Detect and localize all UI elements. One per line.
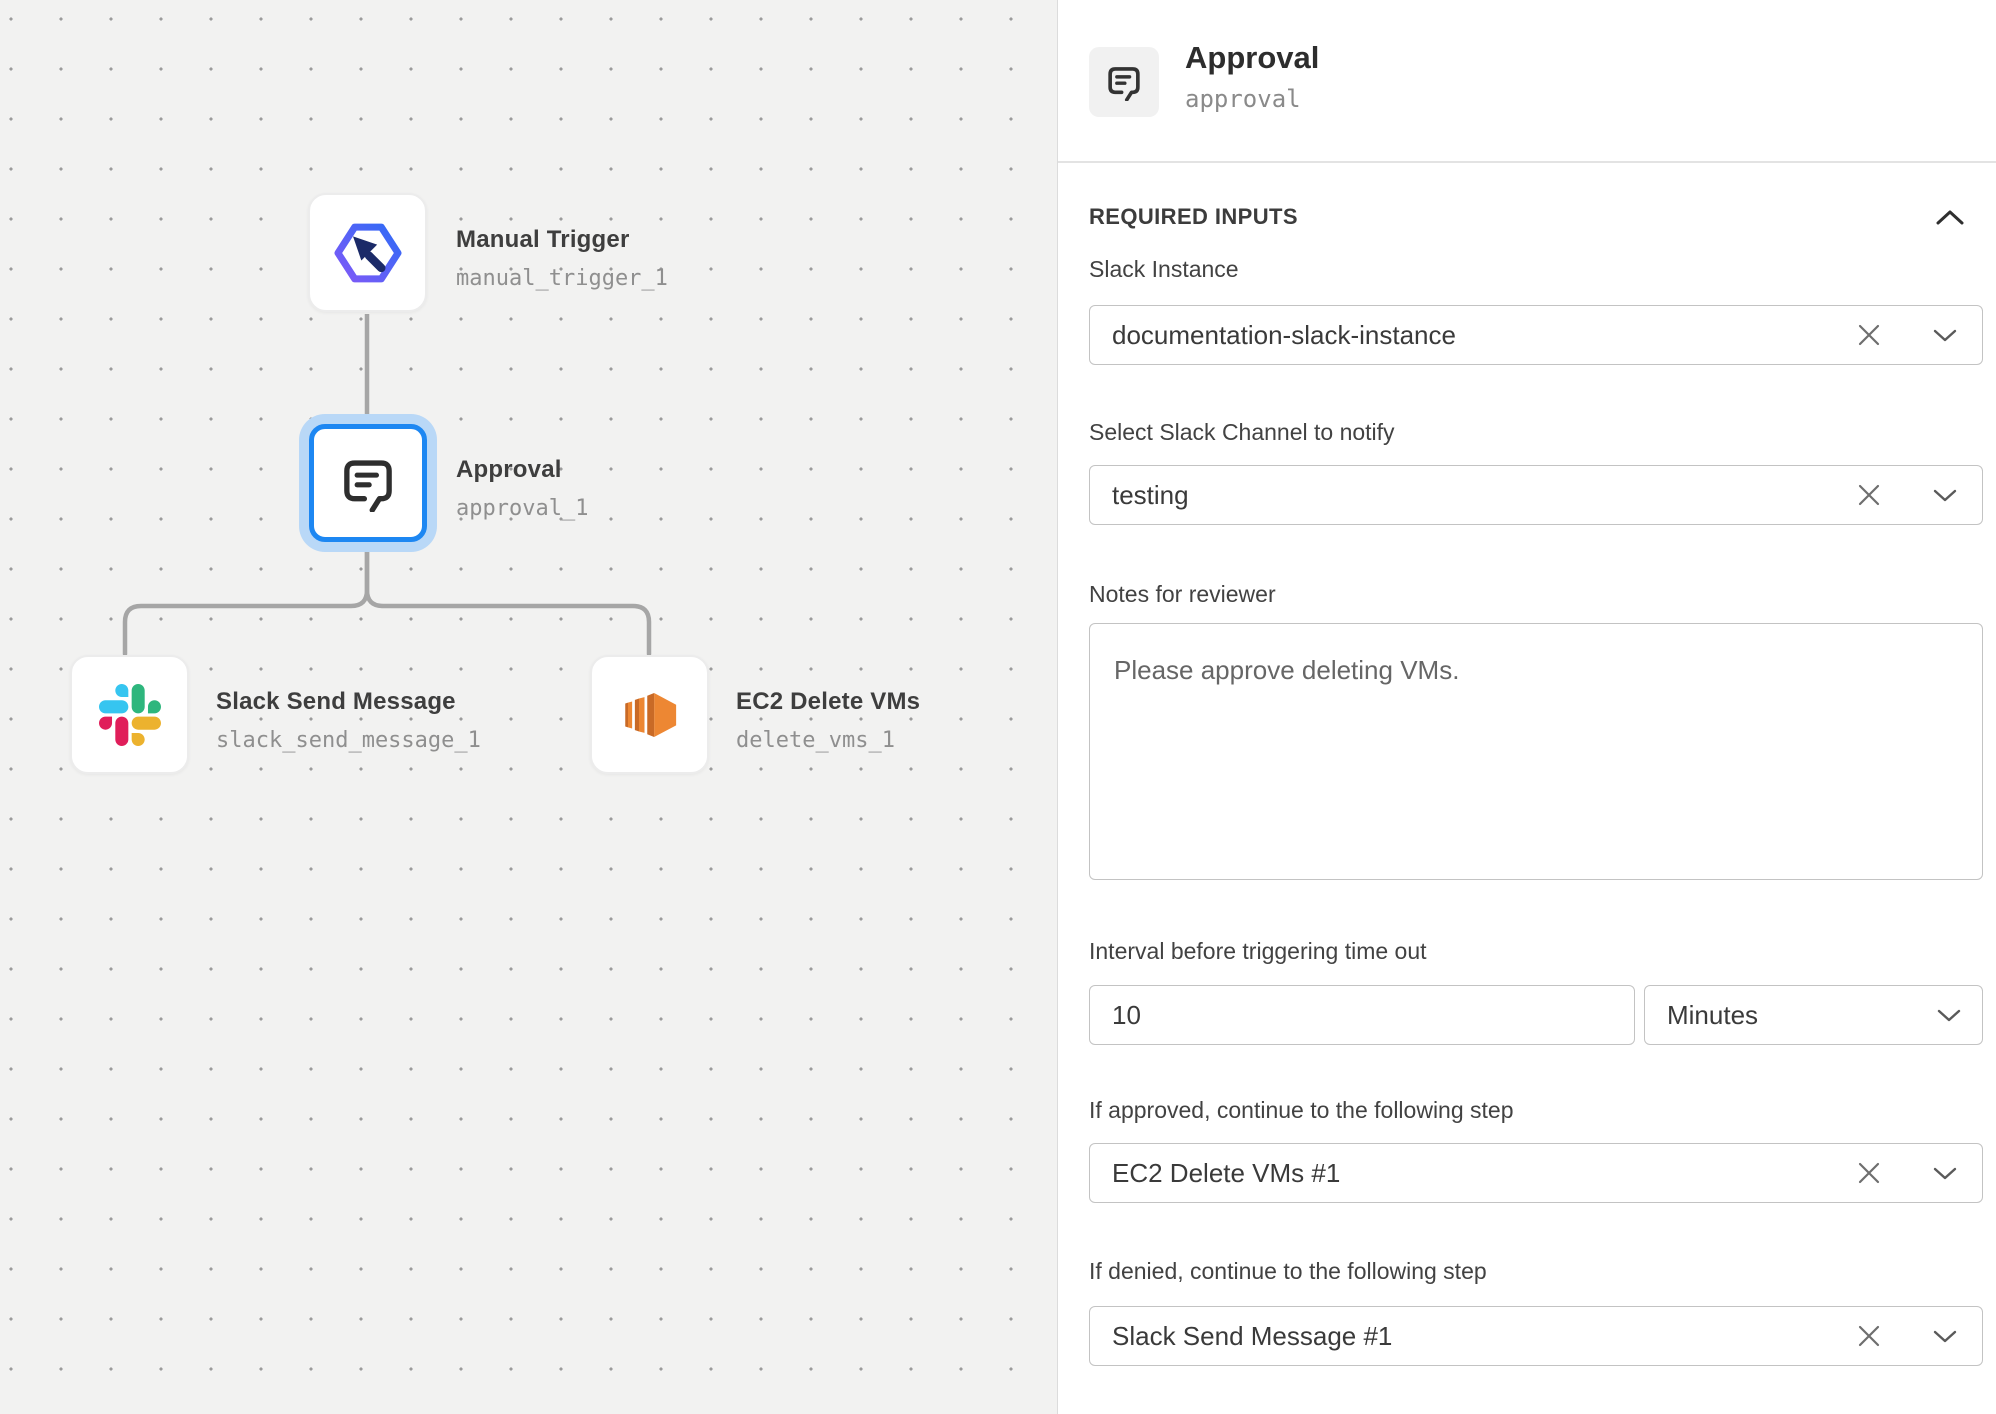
- chevron-down-icon: [1932, 1166, 1958, 1181]
- dropdown-button[interactable]: [1923, 465, 1967, 525]
- section-required-inputs: REQUIRED INPUTS: [1089, 204, 1298, 230]
- clear-button[interactable]: [1847, 465, 1891, 525]
- x-clear-icon: [1856, 322, 1882, 348]
- approval-comment-icon: [339, 454, 397, 512]
- node-title: Slack Send Message: [216, 688, 456, 716]
- if-denied-label: If denied, continue to the following ste…: [1089, 1258, 1487, 1285]
- node-ec2-delete-vms[interactable]: [590, 655, 709, 774]
- panel-title: Approval: [1185, 40, 1319, 76]
- clear-button[interactable]: [1847, 1143, 1891, 1203]
- aws-ec2-icon: [617, 682, 683, 748]
- dropdown-button[interactable]: [1923, 1306, 1967, 1366]
- if-denied-field: [1089, 1306, 1983, 1366]
- chevron-down-icon: [1932, 1329, 1958, 1344]
- slack-logo-icon: [99, 684, 161, 746]
- node-title: Manual Trigger: [456, 226, 630, 254]
- slack-channel-label: Select Slack Channel to notify: [1089, 419, 1395, 446]
- node-title: EC2 Delete VMs: [736, 688, 920, 716]
- panel-subtitle: approval: [1185, 85, 1301, 113]
- dropdown-button[interactable]: [1923, 1143, 1967, 1203]
- interval-unit-select[interactable]: Minutes: [1644, 985, 1983, 1045]
- x-clear-icon: [1856, 1323, 1882, 1349]
- node-manual-trigger[interactable]: [308, 193, 427, 312]
- chevron-up-icon: [1935, 209, 1965, 226]
- node-id: slack_send_message_1: [216, 728, 481, 753]
- approval-comment-icon: [1105, 63, 1143, 101]
- node-id: manual_trigger_1: [456, 266, 668, 291]
- dropdown-button[interactable]: [1923, 305, 1967, 365]
- node-approval[interactable]: [309, 424, 427, 542]
- if-approved-field: [1089, 1143, 1983, 1203]
- panel-node-icon: [1089, 47, 1159, 117]
- x-clear-icon: [1856, 1160, 1882, 1186]
- interval-field: [1089, 985, 1635, 1045]
- slack-instance-field: [1089, 305, 1983, 365]
- interval-input[interactable]: [1089, 985, 1635, 1045]
- slack-instance-label: Slack Instance: [1089, 256, 1239, 283]
- interval-label: Interval before triggering time out: [1089, 938, 1427, 965]
- config-panel: Approval approval REQUIRED INPUTS Slack …: [1057, 0, 1996, 1414]
- workflow-canvas[interactable]: Manual Trigger manual_trigger_1 Approval…: [0, 0, 1057, 1414]
- node-id: approval_1: [456, 496, 588, 521]
- interval-unit-value: Minutes: [1645, 1000, 1936, 1031]
- notes-textarea[interactable]: Please approve deleting VMs.: [1089, 623, 1983, 880]
- clear-button[interactable]: [1847, 1306, 1891, 1366]
- node-slack-send-message[interactable]: [70, 655, 189, 774]
- notes-field: Please approve deleting VMs.: [1089, 623, 1983, 885]
- chevron-down-icon: [1932, 488, 1958, 503]
- divider: [1058, 161, 1996, 163]
- node-title: Approval: [456, 456, 562, 484]
- manual-trigger-icon: [328, 213, 408, 293]
- if-approved-label: If approved, continue to the following s…: [1089, 1097, 1514, 1124]
- chevron-down-icon: [1936, 1008, 1962, 1023]
- x-clear-icon: [1856, 482, 1882, 508]
- chevron-down-icon: [1932, 328, 1958, 343]
- slack-channel-field: [1089, 465, 1983, 525]
- notes-label: Notes for reviewer: [1089, 581, 1276, 608]
- node-id: delete_vms_1: [736, 728, 895, 753]
- collapse-section-button[interactable]: [1930, 200, 1970, 234]
- dropdown-button[interactable]: [1936, 1008, 1982, 1023]
- clear-button[interactable]: [1847, 305, 1891, 365]
